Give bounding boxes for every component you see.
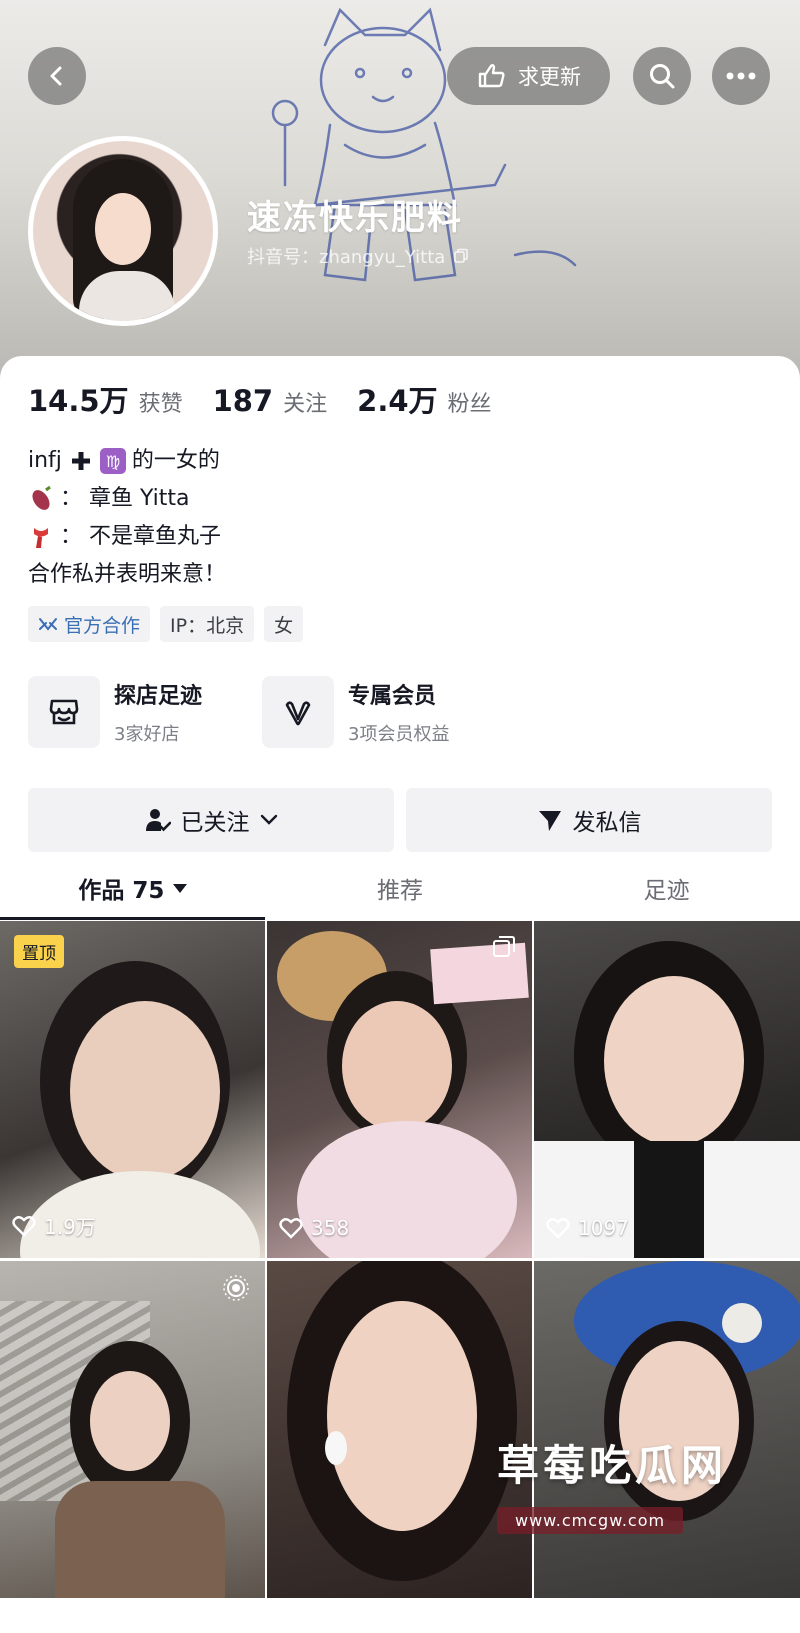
official-cooperation-tag[interactable]: 官方合作	[28, 606, 151, 642]
tab-works[interactable]: 作品 75	[0, 856, 267, 920]
active-tab-indicator	[0, 917, 265, 920]
username: 速冻快乐肥料	[247, 198, 463, 238]
tab-recommend[interactable]: 推荐	[267, 856, 534, 920]
membership-entry[interactable]: 专属会员 3项会员权益	[262, 676, 449, 748]
more-button[interactable]	[712, 47, 770, 105]
content-tabs: 作品 75 推荐 足迹	[0, 856, 800, 920]
chevron-down-icon	[260, 814, 277, 825]
ip-location-tag: IP：北京	[160, 606, 255, 642]
bio-line: infj ♍ 的一女的	[28, 442, 226, 480]
likes-label: 获赞	[138, 392, 183, 417]
handshake-icon	[39, 618, 57, 631]
action-buttons: 已关注 发私信	[28, 788, 772, 852]
request-update-button[interactable]: 求更新	[447, 47, 610, 105]
bio-line: ： 章鱼 Yitta	[28, 480, 226, 518]
svg-text:♍: ♍	[106, 452, 120, 471]
tab-recommend-label: 推荐	[377, 878, 423, 904]
followed-button[interactable]: 已关注	[28, 788, 394, 852]
virgo-emoji-icon: ♍	[99, 448, 126, 474]
like-count-text: 358	[311, 1216, 350, 1240]
tab-works-label: 作品 75	[78, 878, 165, 904]
gallery-icon	[493, 936, 515, 957]
stat-likes[interactable]: 14.5万 获赞	[28, 378, 183, 420]
tags-row: 官方合作 IP：北京 女	[28, 606, 304, 642]
pinned-badge: 置顶	[14, 935, 64, 968]
back-button[interactable]	[28, 47, 86, 105]
like-count-text: 1.9万	[44, 1215, 96, 1239]
like-count: 1.9万	[12, 1211, 96, 1240]
copy-icon[interactable]	[453, 248, 469, 264]
watermark-url: www.cmcgw.com	[497, 1507, 684, 1534]
followers-label: 粉丝	[447, 392, 492, 417]
official-tag-label: 官方合作	[64, 614, 141, 637]
bio-text: ： 不是章鱼丸子	[60, 524, 221, 549]
video-tile[interactable]	[534, 1261, 800, 1598]
bio-text: ： 章鱼 Yitta	[60, 486, 190, 511]
like-count: 1097	[546, 1216, 629, 1240]
watermark-title: 草莓吃瓜网	[497, 1441, 728, 1490]
user-check-icon	[145, 809, 171, 832]
store-visits-sub: 3家好店	[114, 724, 180, 745]
live-photo-icon	[223, 1275, 249, 1301]
scarf-emoji-icon	[34, 528, 48, 548]
douyin-id[interactable]: 抖音号：zhangyu_Yitta	[247, 243, 469, 269]
video-tile[interactable]	[0, 1261, 265, 1598]
store-visits-entry[interactable]: 探店足迹 3家好店	[28, 676, 202, 748]
following-count: 187	[212, 384, 274, 418]
membership-icon-box	[262, 676, 335, 748]
hand-point-icon	[478, 64, 505, 88]
video-tile[interactable]: 置顶 1.9万	[0, 921, 265, 1258]
request-update-label: 求更新	[518, 65, 581, 89]
gender-tag: 女	[264, 606, 304, 642]
search-button[interactable]	[633, 47, 691, 105]
store-icon	[49, 699, 79, 725]
bio-text: 合作私并表明来意！	[28, 562, 227, 587]
send-message-button[interactable]: 发私信	[406, 788, 772, 852]
caret-down-icon	[173, 884, 188, 893]
like-count-text: 1097	[578, 1216, 629, 1240]
heart-icon	[546, 1218, 570, 1239]
like-count: 358	[279, 1216, 349, 1240]
membership-title: 专属会员	[348, 684, 437, 709]
bio-line: ： 不是章鱼丸子	[28, 518, 226, 556]
stat-following[interactable]: 187 关注	[213, 384, 328, 418]
stats-row: 14.5万 获赞 187 关注 2.4万 粉丝	[28, 378, 492, 420]
store-icon-box	[28, 676, 100, 748]
membership-v-icon	[285, 701, 311, 726]
avatar[interactable]	[28, 136, 218, 326]
search-icon	[650, 64, 675, 89]
tab-footprint-label: 足迹	[643, 878, 690, 904]
video-tile[interactable]: 358	[267, 921, 532, 1258]
stat-followers[interactable]: 2.4万 粉丝	[357, 378, 491, 420]
douyin-id-text: 抖音号：zhangyu_Yitta	[247, 247, 446, 268]
heart-icon	[12, 1215, 36, 1237]
site-watermark: 草莓吃瓜网 www.cmcgw.com	[497, 1432, 767, 1542]
bio: infj ♍ 的一女的 ： 章鱼 Yitta ： 不是章鱼丸子 合作私并表明来意…	[28, 442, 226, 594]
following-label: 关注	[283, 392, 328, 417]
followers-count: 2.4万	[357, 384, 438, 418]
followed-label: 已关注	[180, 810, 250, 836]
chevron-left-icon	[50, 66, 62, 86]
bio-line: 合作私并表明来意！	[28, 556, 226, 594]
bio-text: infj	[28, 448, 62, 473]
profile-header: 求更新 速冻快乐肥料 抖音号：zhangyu_Yitta	[0, 0, 800, 380]
membership-sub: 3项会员权益	[348, 724, 450, 745]
more-dots-icon	[726, 72, 756, 80]
video-tile[interactable]	[267, 1261, 532, 1598]
tab-footprint[interactable]: 足迹	[533, 856, 800, 920]
bio-text: 的一女的	[131, 448, 220, 473]
video-tile[interactable]: 1097	[534, 921, 800, 1258]
features-row: 探店足迹 3家好店 专属会员 3项会员权益	[28, 676, 449, 748]
send-message-label: 发私信	[572, 810, 642, 836]
likes-count: 14.5万	[28, 384, 129, 418]
send-icon	[538, 811, 561, 831]
sweet-potato-emoji-icon	[32, 486, 51, 510]
plus-emoji-icon	[71, 452, 90, 470]
heart-icon	[279, 1218, 303, 1239]
store-visits-title: 探店足迹	[114, 684, 203, 709]
